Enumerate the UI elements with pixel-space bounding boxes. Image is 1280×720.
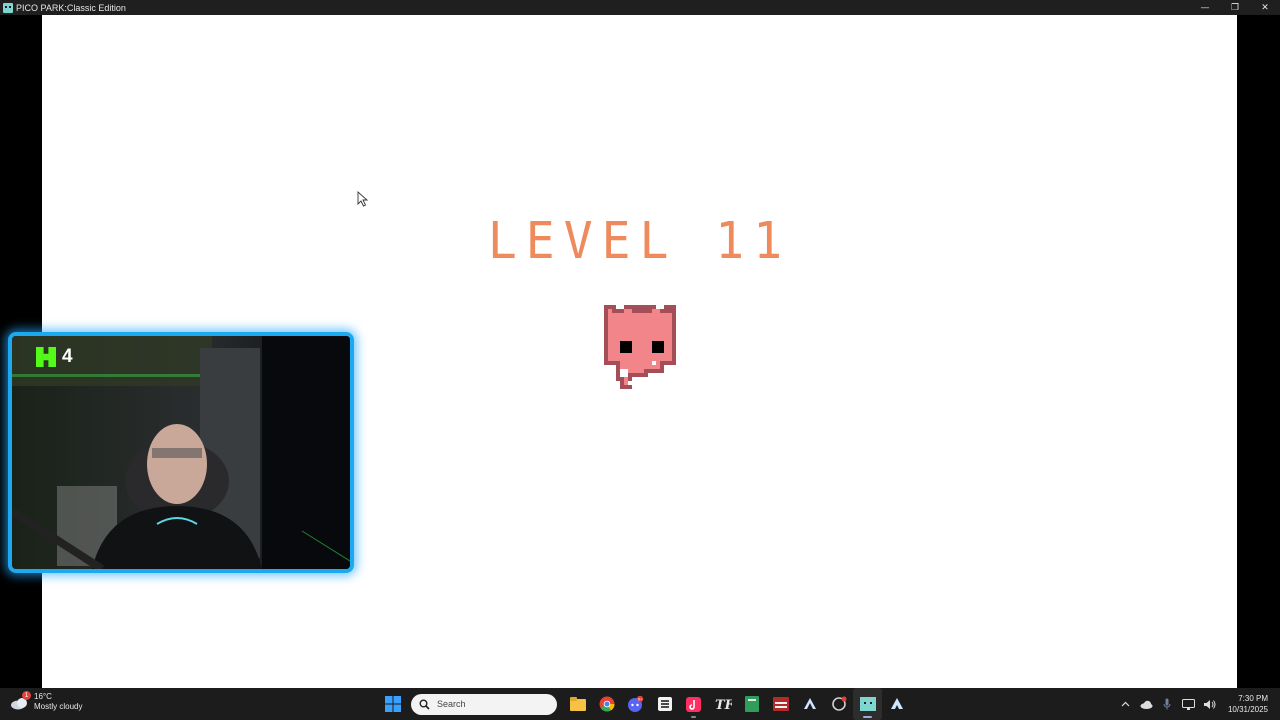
pico-park-app-icon: [3, 2, 13, 13]
pico-park-icon[interactable]: [853, 688, 882, 720]
system-tray: 7:30 PM 10/31/2025: [1115, 688, 1280, 720]
discord-badge: 9+: [638, 697, 643, 702]
weather-alert-badge: 1: [22, 691, 31, 700]
taskbar: 1 16°C Mostly cloudy Search 9+ T 7:30 PM…: [0, 688, 1280, 720]
pink-cat-character: [604, 305, 676, 389]
search-icon: [419, 699, 430, 710]
window-controls: — ❐ ✕: [1190, 0, 1280, 15]
discord-icon[interactable]: 9+: [621, 688, 650, 720]
taskbar-clock[interactable]: 7:30 PM 10/31/2025: [1220, 693, 1280, 715]
level-title: LEVEL 11: [487, 211, 792, 271]
window-title: PICO PARK:Classic Edition: [16, 2, 126, 13]
restore-button[interactable]: ❐: [1220, 0, 1250, 15]
microphone-icon[interactable]: [1157, 688, 1178, 720]
steam-icon[interactable]: [795, 688, 824, 720]
close-button[interactable]: ✕: [1250, 0, 1280, 15]
chevron-up-icon[interactable]: [1115, 688, 1136, 720]
network-icon[interactable]: [1178, 688, 1199, 720]
windows-start-icon[interactable]: [378, 688, 407, 720]
weather-condition: Mostly cloudy: [34, 702, 83, 711]
clock-date: 10/31/2025: [1227, 705, 1268, 714]
viewer-count: 4: [62, 346, 73, 367]
steam-alt-icon[interactable]: [882, 688, 911, 720]
mouse-cursor-icon: [357, 191, 369, 207]
speaker-icon[interactable]: [1199, 688, 1220, 720]
webcam-feed: [12, 336, 350, 569]
clock-time: 7:30 PM: [1238, 694, 1268, 703]
kick-icon: [36, 347, 56, 367]
file-explorer-icon[interactable]: [563, 688, 592, 720]
notebook-icon[interactable]: [737, 688, 766, 720]
svg-text:TF: TF: [715, 698, 732, 711]
media-app-icon[interactable]: [650, 688, 679, 720]
window-titlebar: PICO PARK:Classic Edition — ❐ ✕: [0, 0, 1280, 15]
onedrive-cloud-icon[interactable]: [1136, 688, 1157, 720]
webcam-overlay: 4: [8, 332, 354, 573]
kick-viewer-badge: 4: [36, 346, 73, 368]
tf-app-icon[interactable]: TF: [708, 688, 737, 720]
chrome-icon[interactable]: [592, 688, 621, 720]
voicemeeter-icon[interactable]: [766, 688, 795, 720]
tiktok-icon[interactable]: [679, 688, 708, 720]
minimize-button[interactable]: —: [1190, 0, 1220, 15]
weather-temperature: 16°C: [34, 692, 52, 701]
refresh-app-icon[interactable]: [824, 688, 853, 720]
search-placeholder: Search: [437, 699, 466, 709]
taskbar-apps: Search 9+ TF: [378, 688, 911, 720]
taskbar-search[interactable]: Search: [411, 693, 557, 715]
weather-widget[interactable]: 1 16°C Mostly cloudy: [10, 691, 83, 712]
cloud-icon: 1: [10, 691, 31, 710]
